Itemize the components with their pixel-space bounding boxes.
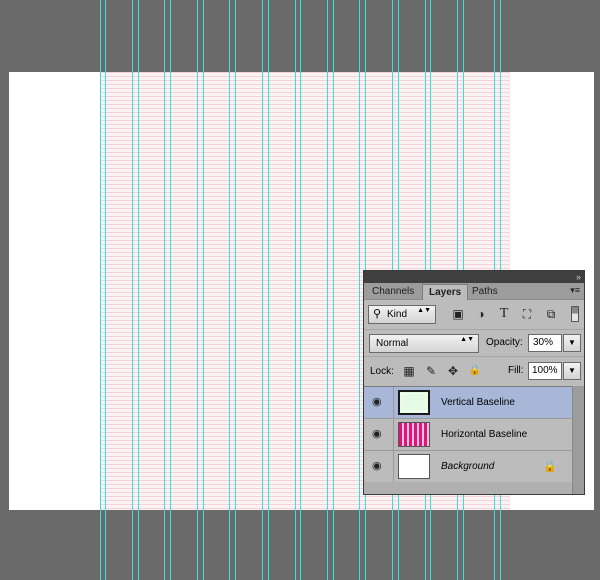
panel-menu-icon[interactable]: ▾≡	[570, 283, 580, 298]
filter-kind-label: Kind	[387, 309, 408, 320]
fill-slider-button[interactable]: ▼	[563, 362, 581, 380]
shape-layer-filter-icon[interactable]: ⛶	[519, 306, 535, 322]
layer-row-horizontal-baseline[interactable]: ◉ Horizontal Baseline	[364, 419, 572, 451]
layer-row-background[interactable]: ◉ Background 🔒	[364, 451, 572, 483]
tab-layers[interactable]: Layers	[422, 284, 469, 300]
adjustment-layer-filter-icon[interactable]: ◑	[473, 306, 489, 322]
layer-list: ◉ Vertical Baseline ◉ Horizontal Baselin…	[364, 386, 572, 483]
lock-all-icon[interactable]: 🔒	[467, 363, 483, 379]
visibility-toggle[interactable]: ◉	[364, 387, 394, 418]
fill-label: Fill:	[508, 365, 524, 376]
panel-tab-row: Channels Layers Paths ▾≡	[364, 283, 584, 300]
layer-thumbnail	[398, 422, 430, 447]
lock-image-pixels-icon[interactable]: ✎	[423, 363, 439, 379]
layer-name[interactable]: Vertical Baseline	[441, 397, 515, 408]
search-icon: ⚲	[373, 308, 382, 320]
layer-filter-row: ⚲ Kind ▲▼ ▣ ◑ T ⛶ ⧉	[364, 301, 584, 329]
fill-input[interactable]: 100%	[528, 362, 562, 380]
visibility-toggle[interactable]: ◉	[364, 419, 394, 450]
lock-transparent-pixels-icon[interactable]: ▦	[401, 363, 417, 379]
pixel-layer-filter-icon[interactable]: ▣	[450, 306, 466, 322]
visibility-toggle[interactable]: ◉	[364, 451, 394, 482]
filter-kind-select[interactable]: ⚲ Kind ▲▼	[368, 305, 436, 324]
dropdown-arrows-icon: ▲▼	[460, 336, 474, 343]
panel-title-bar[interactable]: »	[364, 271, 584, 283]
type-layer-filter-icon[interactable]: T	[496, 306, 512, 322]
lock-row: Lock: ▦ ✎ ✥ 🔒 Fill: 100% ▼	[364, 356, 584, 384]
lock-position-icon[interactable]: ✥	[445, 363, 461, 379]
document-workspace: » Channels Layers Paths ▾≡ ⚲ Kind ▲▼ ▣ ◑…	[0, 0, 600, 580]
layer-row-vertical-baseline[interactable]: ◉ Vertical Baseline	[364, 387, 572, 419]
layer-thumbnail	[398, 454, 430, 479]
layer-thumbnail	[398, 390, 430, 415]
blend-mode-row: Normal ▲▼ Opacity: 30% ▼	[364, 329, 584, 357]
layer-name[interactable]: Background	[441, 461, 494, 472]
eye-icon: ◉	[372, 460, 382, 472]
lock-label: Lock:	[370, 366, 394, 377]
tab-channels[interactable]: Channels	[366, 284, 420, 299]
blend-mode-value: Normal	[376, 338, 409, 349]
eye-icon: ◉	[372, 428, 382, 440]
dropdown-arrows-icon: ▲▼	[417, 307, 431, 314]
panel-footer	[364, 482, 572, 494]
smart-object-filter-icon[interactable]: ⧉	[543, 306, 559, 322]
layer-list-scrollbar[interactable]	[572, 386, 584, 494]
lock-icon: 🔒	[543, 461, 557, 473]
opacity-label: Opacity:	[486, 337, 523, 348]
filter-toggle-switch[interactable]	[571, 306, 579, 322]
eye-icon: ◉	[372, 396, 382, 408]
opacity-input[interactable]: 30%	[528, 334, 562, 352]
blend-mode-select[interactable]: Normal ▲▼	[369, 334, 479, 353]
collapse-panel-icon[interactable]: »	[576, 271, 581, 283]
layers-panel: » Channels Layers Paths ▾≡ ⚲ Kind ▲▼ ▣ ◑…	[363, 270, 585, 495]
tab-paths[interactable]: Paths	[466, 284, 504, 299]
opacity-slider-button[interactable]: ▼	[563, 334, 581, 352]
layer-name[interactable]: Horizontal Baseline	[441, 429, 527, 440]
